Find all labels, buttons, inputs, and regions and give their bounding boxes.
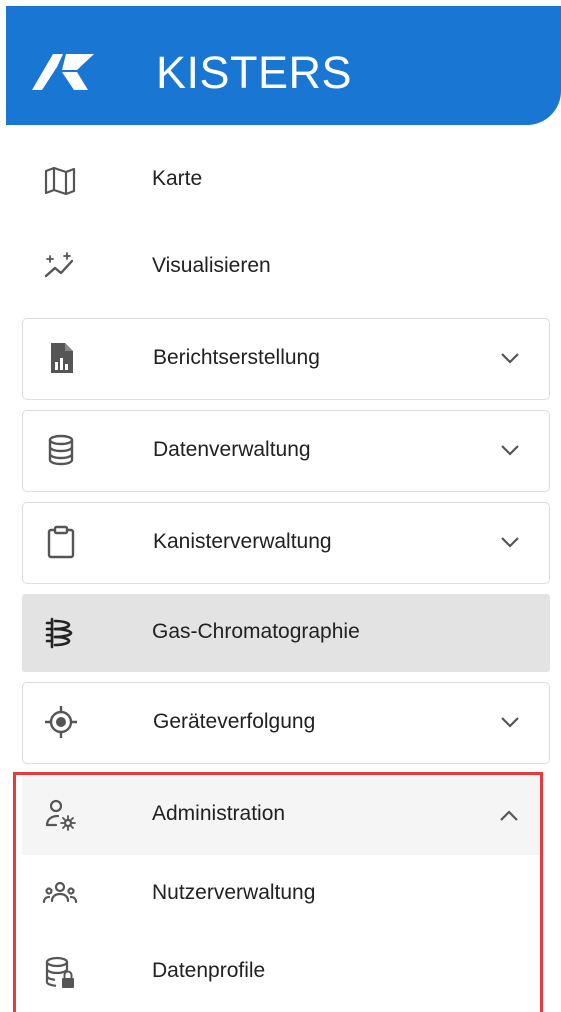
target-icon [45,706,77,738]
nav-item-visualisieren[interactable]: Visualisieren [22,230,550,306]
nav-item-berichtserstellung[interactable]: Berichtserstellung [22,318,550,400]
nav-item-administration[interactable]: Administration [22,775,540,855]
nav-label: Berichtserstellung [153,346,320,369]
nav-label: Datenverwaltung [153,438,311,461]
clipboard-icon [47,525,75,559]
kisters-logo-icon [32,54,94,90]
nav-label: Nutzerverwaltung [152,881,316,904]
app-header: KISTERS [6,6,561,125]
nav-subitem-nutzerverwaltung[interactable]: Nutzerverwaltung [22,856,540,934]
brand-name: KISTERS [156,47,353,98]
chevron-down-icon[interactable] [499,347,521,369]
nav-label: Kanisterverwaltung [153,530,332,553]
user-group-icon [42,881,78,904]
chevron-down-icon[interactable] [499,531,521,553]
map-icon [44,166,76,196]
nav-item-gas-chromatographie[interactable]: Gas-Chromatographie [22,594,550,672]
nav-item-datenverwaltung[interactable]: Datenverwaltung [22,410,550,492]
database-icon [48,434,74,466]
nav-label: Geräteverfolgung [153,710,316,733]
visualize-icon [44,252,74,278]
nav-label: Administration [152,802,286,825]
database-lock-icon [45,956,74,988]
chevron-down-icon[interactable] [499,711,521,733]
nav-item-karte[interactable]: Karte [22,143,550,219]
nav-item-kanisterverwaltung[interactable]: Kanisterverwaltung [22,502,550,584]
user-settings-icon [45,799,76,831]
chevron-up-icon[interactable] [498,805,520,827]
chromatography-icon [45,617,73,649]
nav-label: Datenprofile [152,959,266,982]
report-icon [51,343,73,373]
chevron-down-icon[interactable] [499,439,521,461]
nav-label: Visualisieren [152,254,271,277]
nav-label: Gas-Chromatographie [152,620,360,643]
nav-label: Karte [152,167,203,190]
nav-item-geraeteverfolgung[interactable]: Geräteverfolgung [22,682,550,764]
nav-subitem-datenprofile[interactable]: Datenprofile [22,934,540,1012]
